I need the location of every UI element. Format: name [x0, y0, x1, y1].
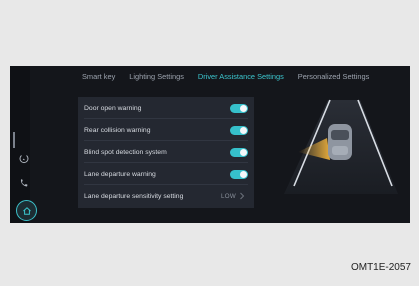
setting-row-blind-spot-detection-system[interactable]: Blind spot detection system	[78, 141, 254, 163]
lane-departure-warning-toggle[interactable]	[230, 170, 248, 179]
left-rail	[10, 66, 37, 223]
setting-label: Rear collision warning	[84, 126, 151, 134]
setting-label: Door open warning	[84, 104, 142, 112]
tab-driver-assistance-settings[interactable]: Driver Assistance Settings	[198, 72, 284, 86]
door-open-warning-toggle[interactable]	[230, 104, 248, 113]
infotainment-screen: Smart key Lighting Settings Driver Assis…	[10, 66, 410, 223]
home-icon[interactable]	[16, 200, 37, 221]
setting-row-door-open-warning[interactable]: Door open warning	[78, 97, 254, 119]
setting-label: Lane departure sensitivity setting	[84, 192, 184, 200]
vehicle-roof	[332, 146, 348, 155]
rail-indicator-bar	[13, 132, 15, 148]
settings-tabs: Smart key Lighting Settings Driver Assis…	[82, 72, 369, 86]
tab-smart-key[interactable]: Smart key	[82, 72, 115, 86]
figure-caption: OMT1E-2057	[350, 262, 411, 273]
driver-assistance-settings-list: Door open warning Rear collision warning…	[78, 97, 254, 208]
setting-row-rear-collision-warning[interactable]: Rear collision warning	[78, 119, 254, 141]
voice-icon[interactable]	[16, 151, 32, 167]
setting-label: Lane departure warning	[84, 170, 156, 178]
tab-personalized-settings[interactable]: Personalized Settings	[298, 72, 370, 86]
vehicle-windshield	[331, 130, 349, 140]
sensitivity-value: LOW	[221, 192, 236, 200]
toggle-knob	[240, 149, 247, 156]
chevron-right-icon	[240, 192, 245, 200]
toggle-knob	[240, 105, 247, 112]
rear-collision-warning-toggle[interactable]	[230, 126, 248, 135]
toggle-knob	[240, 171, 247, 178]
phone-icon[interactable]	[16, 175, 32, 191]
vehicle-lane-illustration	[284, 99, 398, 194]
blind-spot-detection-toggle[interactable]	[230, 148, 248, 157]
setting-row-lane-departure-sensitivity[interactable]: Lane departure sensitivity setting LOW	[78, 185, 254, 207]
setting-row-lane-departure-warning[interactable]: Lane departure warning	[78, 163, 254, 185]
tab-lighting-settings[interactable]: Lighting Settings	[129, 72, 184, 86]
toggle-knob	[240, 127, 247, 134]
setting-label: Blind spot detection system	[84, 148, 167, 156]
